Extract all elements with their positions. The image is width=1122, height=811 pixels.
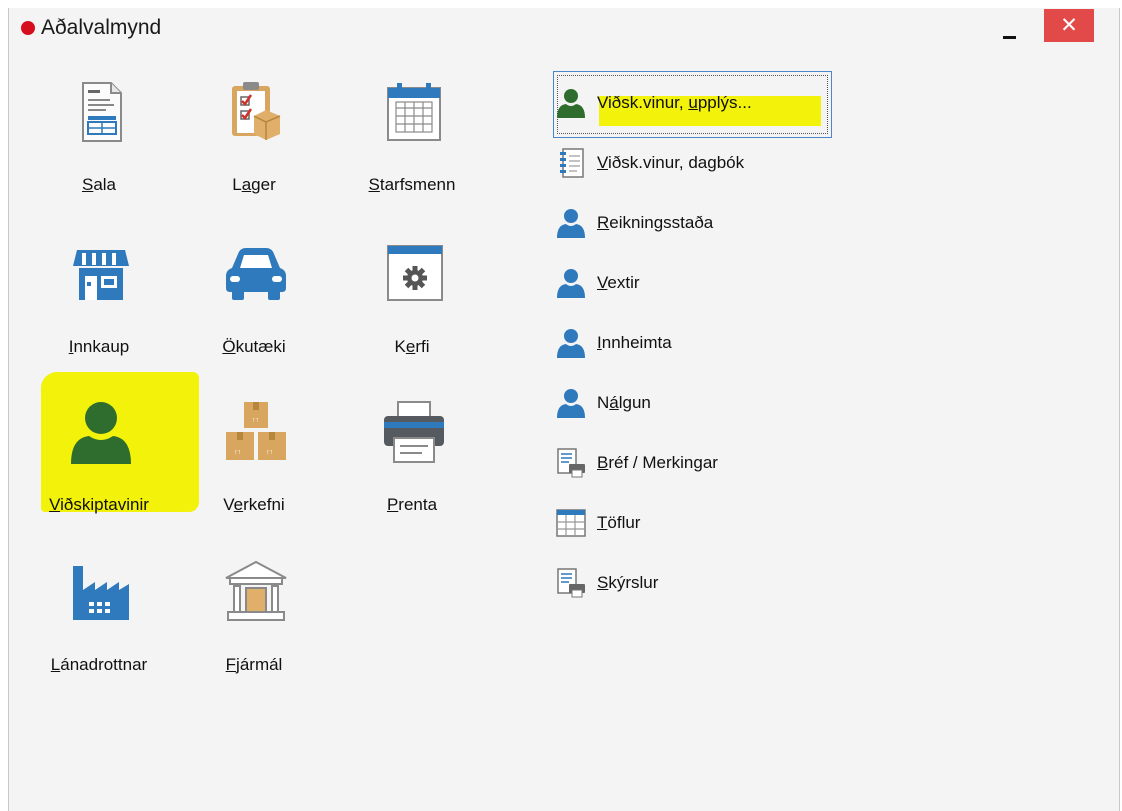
settings-window-icon — [387, 245, 443, 301]
tile-label: Prenta — [386, 495, 438, 514]
person-icon — [557, 269, 585, 298]
print-document-icon — [557, 568, 585, 598]
list-item-reikningsstada[interactable]: Reikningsstaða — [549, 206, 839, 240]
person-icon — [557, 389, 585, 418]
car-icon — [226, 248, 286, 300]
minimize-button[interactable] — [991, 12, 1035, 44]
close-button[interactable]: ✕ — [1044, 9, 1094, 42]
list-label: Innheimta — [597, 333, 672, 352]
list-item-vextir[interactable]: Vextir — [549, 266, 839, 300]
shop-icon — [73, 250, 129, 300]
list-label: Viðsk.vinur, dagbók — [597, 153, 745, 172]
tile-vidskiptavinir[interactable]: Viðskiptavinir — [29, 400, 169, 530]
list-label: Reikningsstaða — [597, 213, 714, 232]
tile-fjarmal[interactable]: Fjármál — [184, 560, 324, 690]
list-label: Bréf / Merkingar — [597, 453, 718, 472]
tile-innkaup[interactable]: Innkaup — [29, 242, 169, 372]
boxes-icon: ↑↑ ↑↑ ↑↑ — [226, 402, 286, 460]
tile-verkefni[interactable]: ↑↑ ↑↑ ↑↑ Verkefni — [184, 400, 324, 530]
tile-label: Kerfi — [394, 337, 430, 356]
app-icon — [21, 21, 35, 35]
tile-lanadrottnar[interactable]: Lánadrottnar — [29, 560, 169, 690]
list-item-toflur[interactable]: Töflur — [549, 506, 839, 540]
svg-text:↑↑: ↑↑ — [266, 449, 273, 456]
list-label: Nálgun — [597, 393, 651, 412]
tile-label: Fjármál — [225, 655, 283, 674]
printer-icon — [384, 401, 444, 463]
invoice-icon — [82, 82, 122, 142]
tile-starfsmenn[interactable]: Starfsmenn — [342, 80, 482, 210]
notebook-icon — [560, 148, 584, 178]
customer-icon — [71, 402, 131, 464]
list-item-bref-merkingar[interactable]: Bréf / Merkingar — [549, 446, 839, 480]
table-icon — [556, 509, 586, 537]
tile-label: Innkaup — [68, 337, 130, 356]
bank-icon — [225, 560, 287, 621]
tile-label: Lager — [232, 175, 276, 194]
tile-prenta[interactable]: Prenta — [342, 400, 482, 530]
tile-kerfi[interactable]: Kerfi — [342, 242, 482, 372]
calendar-icon — [387, 83, 441, 141]
tile-label: Ökutæki — [222, 337, 286, 356]
list-label: Skýrslur — [597, 573, 659, 592]
tile-label: Sala — [81, 175, 117, 194]
list-label: Viðsk.vinur, upplýs... — [597, 93, 752, 112]
print-document-icon — [557, 448, 585, 478]
list-item-vidsk-upplys[interactable]: Viðsk.vinur, upplýs... — [549, 86, 839, 120]
inventory-clipboard-icon — [232, 82, 281, 140]
list-item-skyrslur[interactable]: Skýrslur — [549, 566, 839, 600]
person-icon — [557, 329, 585, 358]
list-item-innheimta[interactable]: Innheimta — [549, 326, 839, 360]
list-item-vidsk-dagbok[interactable]: Viðsk.vinur, dagbók — [549, 146, 839, 180]
tile-sala[interactable]: Sala — [29, 80, 169, 210]
list-item-nalgun[interactable]: Nálgun — [549, 386, 839, 420]
tile-lager[interactable]: Lager — [184, 80, 324, 210]
list-label: Töflur — [597, 513, 641, 532]
list-label: Vextir — [597, 273, 640, 292]
factory-icon — [73, 566, 129, 620]
title-bar[interactable]: Aðalvalmynd ✕ — [9, 8, 1119, 46]
person-icon — [557, 209, 585, 238]
main-window: Aðalvalmynd ✕ Sala Lager Starfsmenn Innk… — [8, 8, 1120, 811]
svg-text:↑↑: ↑↑ — [234, 449, 241, 456]
tile-label: Viðskiptavinir — [49, 495, 149, 514]
window-title: Aðalvalmynd — [41, 16, 162, 39]
tile-okutaeki[interactable]: Ökutæki — [184, 242, 324, 372]
person-green-icon — [557, 89, 585, 118]
tile-label: Lánadrottnar — [50, 655, 148, 674]
tile-label: Starfsmenn — [368, 175, 456, 194]
svg-text:↑↑: ↑↑ — [252, 417, 259, 424]
tile-label: Verkefni — [223, 495, 285, 514]
